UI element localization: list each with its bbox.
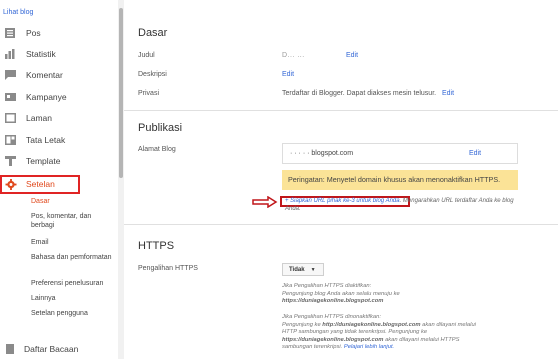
https-redirect-select[interactable]: Tidak ▼ — [282, 263, 324, 276]
setup-third-party-url-link[interactable]: + Siapkan URL pihak ke-3 untuk blog Anda — [285, 198, 400, 204]
caret-down-icon: ▼ — [310, 266, 316, 273]
sidebar-item-posts[interactable]: Pos — [0, 24, 118, 42]
stats-icon — [5, 49, 17, 59]
blog-address-box: · · · · · blogspot.com Edit — [282, 143, 518, 164]
campaigns-icon — [5, 92, 17, 102]
submenu-item-search-preferences[interactable]: Preferensi penelusuran — [31, 279, 116, 288]
help-line: Jika Pengalihan HTTPS diaktifkan: — [282, 283, 372, 289]
warning-text: Peringatan: Menyetel domain khusus akan … — [288, 175, 501, 184]
sidebar-item-label: Statistik — [26, 49, 56, 59]
help-line: Pengunjung ke http://duniagekonline.blog… — [282, 321, 476, 328]
edit-address-link[interactable]: Edit — [469, 150, 481, 157]
submenu-item-basic[interactable]: Dasar — [31, 197, 116, 206]
template-icon — [5, 156, 17, 166]
comments-icon — [5, 70, 17, 80]
settings-highlight-box — [0, 175, 80, 194]
help-line: https://duniagekonline.blogspot.com akan… — [282, 336, 460, 343]
help-line: Pengunjung blog Anda akan selalu menuju … — [282, 290, 400, 297]
section-divider — [124, 110, 558, 111]
sidebar-item-label: Daftar Bacaan — [24, 344, 79, 354]
edit-privacy-link[interactable]: Edit — [442, 90, 454, 97]
sidebar-item-layout[interactable]: Tata Letak — [0, 131, 118, 149]
sidebar-item-label: Kampanye — [26, 92, 67, 102]
sidebar-item-label: Template — [26, 156, 61, 166]
https-url: https://duniagekonline.blogspot.com — [282, 298, 384, 304]
section-divider — [124, 224, 558, 225]
https-url: https://duniagekonline.blogspot.com — [282, 336, 384, 343]
sidebar-item-comments[interactable]: Komentar — [0, 66, 118, 84]
submenu-item-other[interactable]: Lainnya — [31, 294, 116, 303]
sidebar-item-reading-list[interactable]: Daftar Bacaan — [0, 342, 118, 356]
learn-more-link[interactable]: Pelajari lebih lanjut. — [344, 344, 394, 350]
sidebar-item-template[interactable]: Template — [0, 152, 118, 170]
arrow-right-icon — [252, 196, 278, 208]
https-enabled-help: Jika Pengalihan HTTPS diaktifkan: Pengun… — [282, 283, 532, 306]
sidebar-item-label: Komentar — [26, 70, 63, 80]
section-title-publishing: Publikasi — [138, 122, 183, 134]
blog-title-value: D... ... — [282, 52, 305, 59]
https-redirect-label: Pengalihan HTTPS — [138, 265, 198, 272]
settings-main: Dasar Judul D... ... Edit Deskripsi Edit… — [124, 0, 558, 359]
sidebar-item-label: Laman — [26, 113, 52, 123]
http-url: http://duniagekonline.blogspot.com — [322, 321, 421, 328]
posts-icon — [5, 28, 17, 38]
sidebar-item-stats[interactable]: Statistik — [0, 45, 118, 63]
section-title-https: HTTPS — [138, 240, 175, 252]
title-label: Judul — [138, 52, 155, 59]
sidebar: Lihat blog Pos Statistik Komentar Kampan… — [0, 0, 118, 359]
sidebar-item-pages[interactable]: Laman — [0, 109, 118, 127]
help-line: Jika Pengalihan HTTPS dinonaktifkan: — [282, 314, 381, 320]
privacy-value: Terdaftar di Blogger. Dapat diakses mesi… — [282, 90, 437, 97]
help-line: HTTP sambungan yang tidak terenkripsi. P… — [282, 329, 428, 335]
sidebar-item-label: Tata Letak — [26, 135, 66, 145]
bookmark-icon — [6, 344, 14, 354]
sidebar-item-campaigns[interactable]: Kampanye — [0, 88, 118, 106]
privacy-label: Privasi — [138, 90, 160, 97]
submenu-item-email[interactable]: Email — [31, 238, 116, 247]
https-warning-banner: Peringatan: Menyetel domain khusus akan … — [282, 170, 518, 190]
https-disabled-help: Jika Pengalihan HTTPS dinonaktifkan: Pen… — [282, 314, 532, 352]
blog-address-label: Alamat Blog — [138, 146, 176, 153]
blog-address-value: · · · · · blogspot.com — [290, 150, 354, 157]
https-redirect-value: Tidak — [289, 266, 305, 273]
edit-title-link[interactable]: Edit — [346, 52, 358, 59]
help-line: https://duniagekonline.blogspot.com — [282, 298, 532, 306]
sidebar-item-label: Pos — [26, 28, 41, 38]
sidebar-scrollbar-thumb[interactable] — [119, 8, 123, 178]
setup-url-row: + Siapkan URL pihak ke-3 untuk blog Anda… — [285, 198, 525, 213]
pages-icon — [5, 113, 17, 123]
layout-icon — [5, 135, 17, 145]
help-line: sambungan terenkripsi. Pelajari lebih la… — [282, 344, 395, 350]
submenu-item-language-formatting[interactable]: Bahasa dan pemformatan — [31, 253, 116, 262]
section-title-basic: Dasar — [138, 27, 168, 39]
description-label: Deskripsi — [138, 71, 167, 78]
view-blog-link[interactable]: Lihat blog — [3, 9, 33, 16]
submenu-item-user-settings[interactable]: Setelan pengguna — [31, 309, 116, 318]
submenu-item-posts-comments-sharing[interactable]: Pos, komentar, dan berbagi — [31, 212, 116, 230]
edit-description-link[interactable]: Edit — [282, 71, 294, 78]
